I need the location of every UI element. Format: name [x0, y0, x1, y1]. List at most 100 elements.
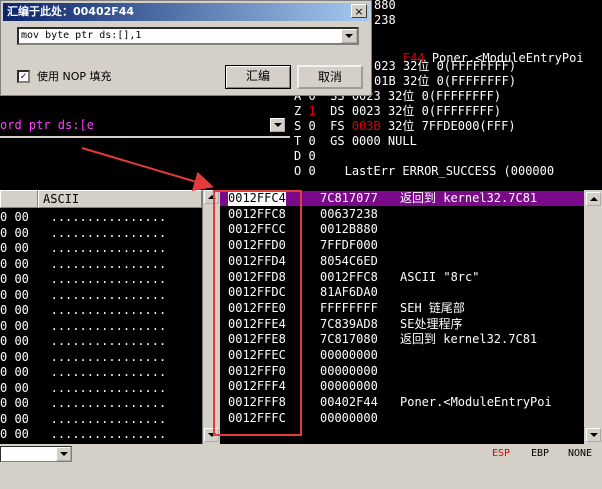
highlight-box — [213, 190, 302, 436]
dump-hex-cell: 0 00 — [0, 396, 29, 410]
dump-row[interactable]: 0 00 ................ — [0, 412, 166, 427]
dump-hex-cell: 0 00 — [0, 225, 29, 240]
dump-hex-cell: 0 00 — [0, 241, 29, 255]
dump-ascii-cell: ................ — [50, 256, 167, 271]
dump-hex-cell: 0 00 — [0, 365, 29, 379]
register-value: 880 — [374, 0, 396, 12]
dump-ascii-header[interactable]: ASCII — [38, 190, 202, 208]
stack-value: 7C817077 — [320, 191, 378, 205]
stack-comment: 返回到 kernel32.7C81 — [400, 191, 538, 205]
dump-hex-cell: 0 00 — [0, 287, 29, 302]
dump-mode-dropdown[interactable] — [56, 447, 71, 461]
scroll-down-button[interactable] — [270, 118, 285, 132]
flag-row-d[interactable]: D 0 — [294, 149, 316, 164]
stack-value: 7C839AD8 — [320, 316, 378, 331]
dump-ascii-cell: ................ — [50, 210, 167, 224]
stack-value: 00000000 — [320, 363, 378, 378]
nop-fill-checkbox[interactable]: ✓ — [17, 70, 30, 83]
dump-row[interactable]: 0 00 ................ — [0, 334, 166, 349]
esp-indicator[interactable]: ESP — [492, 448, 510, 460]
dump-hex-header[interactable] — [0, 190, 38, 208]
dump-row[interactable]: 0 00 ................ — [0, 288, 166, 303]
register-value: 238 — [374, 13, 396, 27]
nop-fill-label: 使用 NOP 填充 — [37, 70, 112, 83]
scroll-down-icon — [589, 433, 598, 437]
disassembly-pane: ord ptr ds:[e — [0, 100, 290, 188]
dump-ascii-cell: ................ — [50, 427, 167, 441]
dump-pane: 0 00 ................ 0 00 ..............… — [0, 208, 200, 444]
dialog-title: 汇编于此处：00402F44 — [3, 3, 369, 21]
dump-row[interactable]: 0 00 ................ — [0, 396, 166, 411]
dump-hex-cell: 0 00 — [0, 349, 29, 364]
stack-value: 00000000 — [320, 379, 378, 394]
dump-hex-cell: 0 00 — [0, 303, 29, 317]
dump-hex-cell: 0 00 — [0, 210, 29, 224]
stack-comment: Poner.<ModuleEntryPoi — [400, 395, 552, 410]
close-button[interactable]: × — [351, 4, 367, 18]
dump-row[interactable]: 0 00 ................ — [0, 241, 166, 256]
eip-row[interactable]: F44 Poner.<ModuleEntryPoi — [374, 36, 584, 65]
scroll-down-icon — [273, 123, 282, 127]
segment-row-ss[interactable]: 01B 32位 0(FFFFFFFF) — [374, 74, 516, 89]
segment-row-ds[interactable]: Z 1 DS 0023 32位 0(FFFFFFFF) — [294, 104, 501, 119]
dropdown-arrow-icon — [59, 452, 68, 456]
pane-divider — [0, 136, 290, 138]
stack-value: 00000000 — [320, 348, 378, 362]
dump-hex-cell: 0 00 — [0, 256, 29, 271]
segment-row-cs[interactable]: 023 32位 0(FFFFFFFF) — [374, 59, 516, 74]
segment-row-gs[interactable]: T 0 GS 0000 NULL — [294, 134, 417, 149]
cancel-button[interactable]: 取消 — [297, 65, 363, 89]
assemble-button[interactable]: 汇编 — [225, 65, 291, 89]
dump-hex-cell: 0 00 — [0, 272, 29, 286]
dump-ascii-cell: ................ — [50, 396, 167, 410]
dump-ascii-cell: ................ — [50, 334, 167, 348]
dump-ascii-cell: ................ — [50, 287, 167, 302]
close-icon: × — [354, 5, 364, 18]
stack-value: 81AF6DA0 — [320, 285, 378, 300]
dump-ascii-cell: ................ — [50, 349, 167, 364]
stack-value: 0012FFC8 — [320, 269, 378, 284]
assembly-input[interactable]: mov byte ptr ds:[],1 — [17, 27, 359, 45]
none-indicator[interactable]: NONE — [568, 448, 592, 460]
dump-ascii-cell: ................ — [50, 241, 167, 255]
dump-row[interactable]: 0 00 ................ — [0, 319, 166, 334]
scroll-up-icon — [589, 197, 598, 201]
dump-header: ASCII — [0, 190, 218, 208]
status-area — [0, 444, 602, 489]
scroll-down-button[interactable] — [586, 428, 601, 442]
dump-hex-cell: 0 00 — [0, 411, 29, 426]
stack-value: FFFFFFFF — [320, 300, 378, 315]
dump-row[interactable]: 0 00 ................ — [0, 210, 166, 225]
dump-ascii-cell: ................ — [50, 272, 167, 286]
dump-row[interactable]: 0 00 ................ — [0, 272, 166, 287]
disasm-line[interactable]: ord ptr ds:[e — [0, 118, 94, 133]
dump-hex-cell: 0 00 — [0, 334, 29, 348]
dump-hex-cell: 0 00 — [0, 380, 29, 395]
scroll-up-button[interactable] — [586, 192, 601, 206]
dump-row[interactable]: 0 00 ................ — [0, 257, 166, 272]
stack-value: 00000000 — [320, 410, 378, 425]
stack-value: 0012B880 — [320, 222, 378, 237]
dropdown-arrow-icon — [345, 34, 353, 38]
dump-hex-cell: 0 00 — [0, 427, 29, 441]
lasterr-row[interactable]: O 0 LastErr ERROR_SUCCESS (000000 — [294, 164, 554, 179]
dump-row[interactable]: 0 00 ................ — [0, 381, 166, 396]
dump-ascii-cell: ................ — [50, 225, 167, 240]
dump-row[interactable]: 0 00 ................ — [0, 365, 166, 380]
dump-row[interactable]: 0 00 ................ — [0, 226, 166, 241]
dump-ascii-cell: ................ — [50, 365, 167, 379]
segment-row-fs[interactable]: S 0 FS 003B 32位 7FFDE000(FFF) — [294, 119, 516, 134]
dump-ascii-cell: ................ — [50, 303, 167, 317]
dump-ascii-cell: ................ — [50, 380, 167, 395]
stack-value: 7C817080 — [320, 332, 378, 347]
stack-scrollbar[interactable] — [584, 190, 602, 444]
dump-row[interactable]: 0 00 ................ — [0, 350, 166, 365]
assembly-history-dropdown[interactable] — [341, 29, 357, 43]
ebp-indicator[interactable]: EBP — [531, 448, 549, 460]
stack-value: 00402F44 — [320, 395, 378, 410]
dump-row[interactable]: 0 00 ................ — [0, 427, 166, 442]
dump-ascii-cell: ................ — [50, 318, 167, 333]
dump-row[interactable]: 0 00 ................ — [0, 303, 166, 318]
stack-comment: 返回到 kernel32.7C81 — [400, 332, 538, 347]
stack-comment: SE处理程序 — [400, 316, 463, 331]
